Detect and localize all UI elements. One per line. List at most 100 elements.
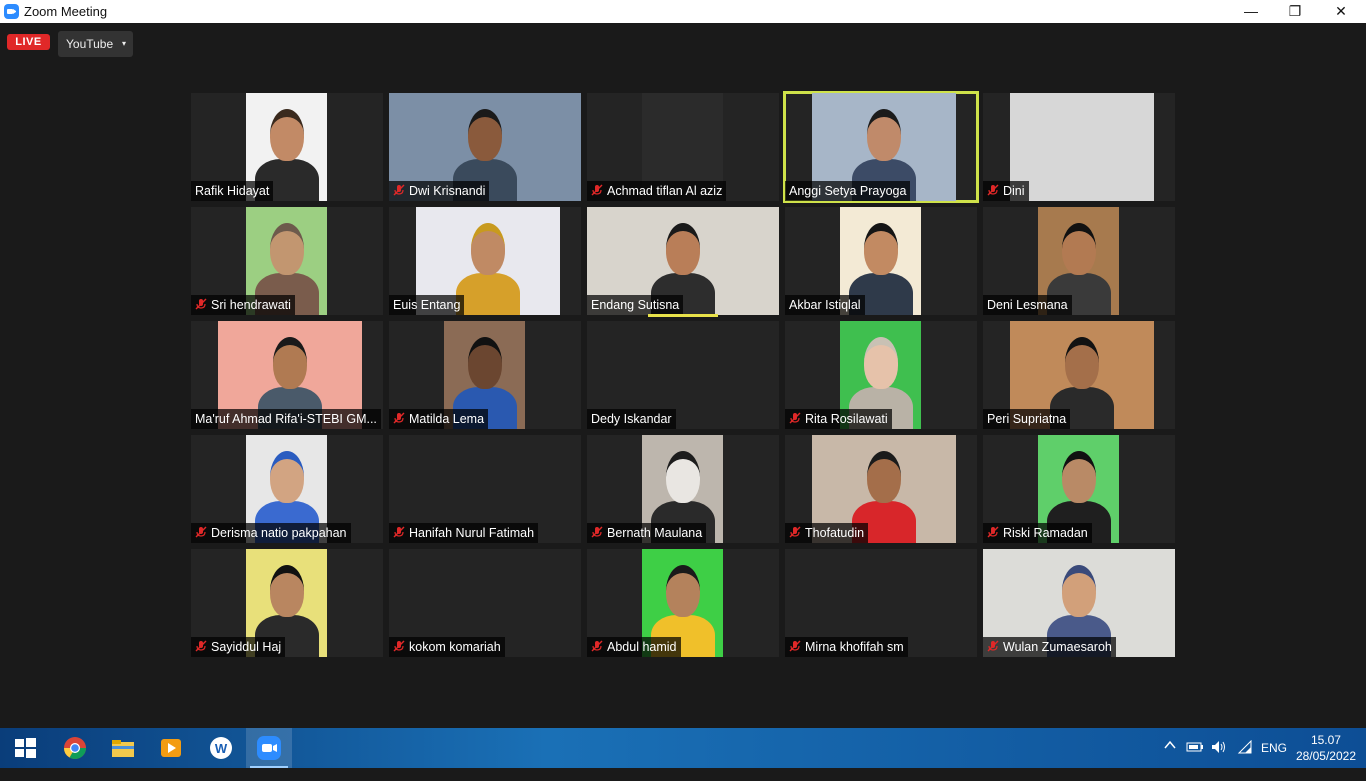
participant-name-tag: Akbar Istiqlal (785, 295, 865, 315)
mic-muted-icon (393, 526, 405, 538)
participant-name: Abdul hamid (607, 640, 677, 654)
zoom-icon (257, 736, 281, 760)
participant-tile[interactable]: Rafik Hidayat (191, 93, 383, 201)
clock-date: 28/05/2022 (1295, 749, 1356, 763)
zoom-taskbar-button[interactable] (246, 728, 292, 768)
mic-muted-icon (591, 184, 603, 196)
mic-muted-icon (591, 526, 603, 538)
battery-icon[interactable] (1186, 741, 1204, 781)
participant-name: Sayiddul Haj (211, 640, 282, 654)
participant-name-tag: Abdul hamid (587, 637, 681, 657)
participant-tile[interactable]: Dini (983, 93, 1175, 201)
participant-name-tag: kokom komariah (389, 637, 505, 657)
participant-name-tag: Dini (983, 181, 1029, 201)
volume-icon[interactable] (1211, 740, 1227, 780)
participant-name-tag: Dedy Iskandar (587, 409, 676, 429)
participant-tile[interactable]: Dwi Krisnandi (389, 93, 581, 201)
participant-name-tag: Matilda Lema (389, 409, 489, 429)
participant-name: Riski Ramadan (1003, 526, 1088, 540)
participant-name: Peri Supriatna (987, 412, 1067, 426)
participant-name-tag: Derisma natio pakpahan (191, 523, 351, 543)
svg-text:W: W (215, 741, 228, 756)
participant-name: Anggi Setya Prayoga (789, 184, 907, 198)
participant-name: Endang Sutisna (591, 298, 680, 312)
participant-name-tag: Peri Supriatna (983, 409, 1071, 429)
participant-name: Matilda Lema (409, 412, 485, 426)
participant-tile[interactable]: Sri hendrawati (191, 207, 383, 315)
participant-name: Dwi Krisnandi (409, 184, 486, 198)
participant-tile[interactable]: Bernath Maulana (587, 435, 779, 543)
mic-muted-icon (789, 526, 801, 538)
participant-tile[interactable]: Endang Sutisna (587, 207, 779, 315)
participant-name: Thofatudin (805, 526, 865, 540)
participant-tile[interactable]: kokom komariah (389, 549, 581, 657)
participant-name-tag: Dwi Krisnandi (389, 181, 490, 201)
participant-tile[interactable]: Sayiddul Haj (191, 549, 383, 657)
participant-name: Ma'ruf Ahmad Rifa'i-STEBI GM... (195, 412, 377, 426)
mic-muted-icon (195, 640, 207, 652)
participant-name-tag: Rafik Hidayat (191, 181, 274, 201)
participant-name: Euis Entang (393, 298, 461, 312)
gallery-view: Rafik Hidayat Dwi Krisnandi Achmad tiflan … (0, 0, 1366, 700)
participant-tile[interactable]: Ma'ruf Ahmad Rifa'i-STEBI GM... (191, 321, 383, 429)
wps-writer-icon[interactable]: W (206, 733, 236, 763)
speaking-indicator (648, 314, 718, 317)
participant-name: Bernath Maulana (607, 526, 703, 540)
participant-name-tag: Achmad tiflan Al aziz (587, 181, 727, 201)
participant-name: Achmad tiflan Al aziz (607, 184, 723, 198)
participant-name: Wulan Zumaesaroh (1003, 640, 1112, 654)
start-icon[interactable] (10, 733, 40, 763)
participant-name: Dini (1003, 184, 1025, 198)
participant-tile[interactable]: Riski Ramadan (983, 435, 1175, 543)
participant-name-tag: Sayiddul Haj (191, 637, 286, 657)
participant-tile[interactable]: Dedy Iskandar (587, 321, 779, 429)
participant-tile[interactable]: Derisma natio pakpahan (191, 435, 383, 543)
participant-tile[interactable]: Deni Lesmana (983, 207, 1175, 315)
mic-muted-icon (393, 184, 405, 196)
participant-name: Rita Rosilawati (805, 412, 888, 426)
participant-tile[interactable]: Peri Supriatna (983, 321, 1175, 429)
mic-muted-icon (195, 526, 207, 538)
mic-muted-icon (195, 298, 207, 310)
participant-name-tag: Mirna khofifah sm (785, 637, 908, 657)
participant-tile[interactable]: Rita Rosilawati (785, 321, 977, 429)
participant-name-tag: Endang Sutisna (587, 295, 684, 315)
participant-name-tag: Riski Ramadan (983, 523, 1092, 543)
windows-taskbar: W ENG 15.07 28/05/2022 (0, 728, 1366, 768)
mic-muted-icon (393, 412, 405, 424)
file-explorer-icon[interactable] (108, 733, 138, 763)
media-player-icon[interactable] (156, 733, 186, 763)
participant-name: Rafik Hidayat (195, 184, 270, 198)
participant-name: Dedy Iskandar (591, 412, 672, 426)
participant-name-tag: Deni Lesmana (983, 295, 1072, 315)
participant-name-tag: Thofatudin (785, 523, 869, 543)
participant-name-tag: Rita Rosilawati (785, 409, 892, 429)
chevron-up-icon (1164, 740, 1176, 749)
wifi-icon[interactable] (1237, 739, 1253, 780)
participant-tile[interactable]: Akbar Istiqlal (785, 207, 977, 315)
participant-tile[interactable]: Thofatudin (785, 435, 977, 543)
chrome-icon[interactable] (60, 733, 90, 763)
participant-tile[interactable]: Mirna khofifah sm (785, 549, 977, 657)
participant-name: Derisma natio pakpahan (211, 526, 347, 540)
participant-name-tag: Ma'ruf Ahmad Rifa'i-STEBI GM... (191, 409, 381, 429)
system-clock[interactable]: 15.07 28/05/2022 (1296, 732, 1356, 764)
participant-video (1010, 93, 1154, 201)
show-hidden-icons-button[interactable] (1164, 739, 1176, 779)
participant-name: Mirna khofifah sm (805, 640, 904, 654)
participant-tile[interactable]: Euis Entang (389, 207, 581, 315)
participant-name-tag: Wulan Zumaesaroh (983, 637, 1116, 657)
input-language[interactable]: ENG (1261, 741, 1287, 781)
participant-name-tag: Euis Entang (389, 295, 465, 315)
participant-tile[interactable]: Wulan Zumaesaroh (983, 549, 1175, 657)
mic-muted-icon (987, 640, 999, 652)
participant-tile[interactable]: Achmad tiflan Al aziz (587, 93, 779, 201)
participant-tile[interactable]: Anggi Setya Prayoga (783, 91, 979, 203)
participant-tile[interactable]: Hanifah Nurul Fatimah (389, 435, 581, 543)
participant-tile[interactable]: Matilda Lema (389, 321, 581, 429)
mic-muted-icon (591, 640, 603, 652)
participant-name: Deni Lesmana (987, 298, 1068, 312)
participant-name: Sri hendrawati (211, 298, 291, 312)
participant-tile[interactable]: Abdul hamid (587, 549, 779, 657)
clock-time: 15.07 (1310, 733, 1341, 747)
